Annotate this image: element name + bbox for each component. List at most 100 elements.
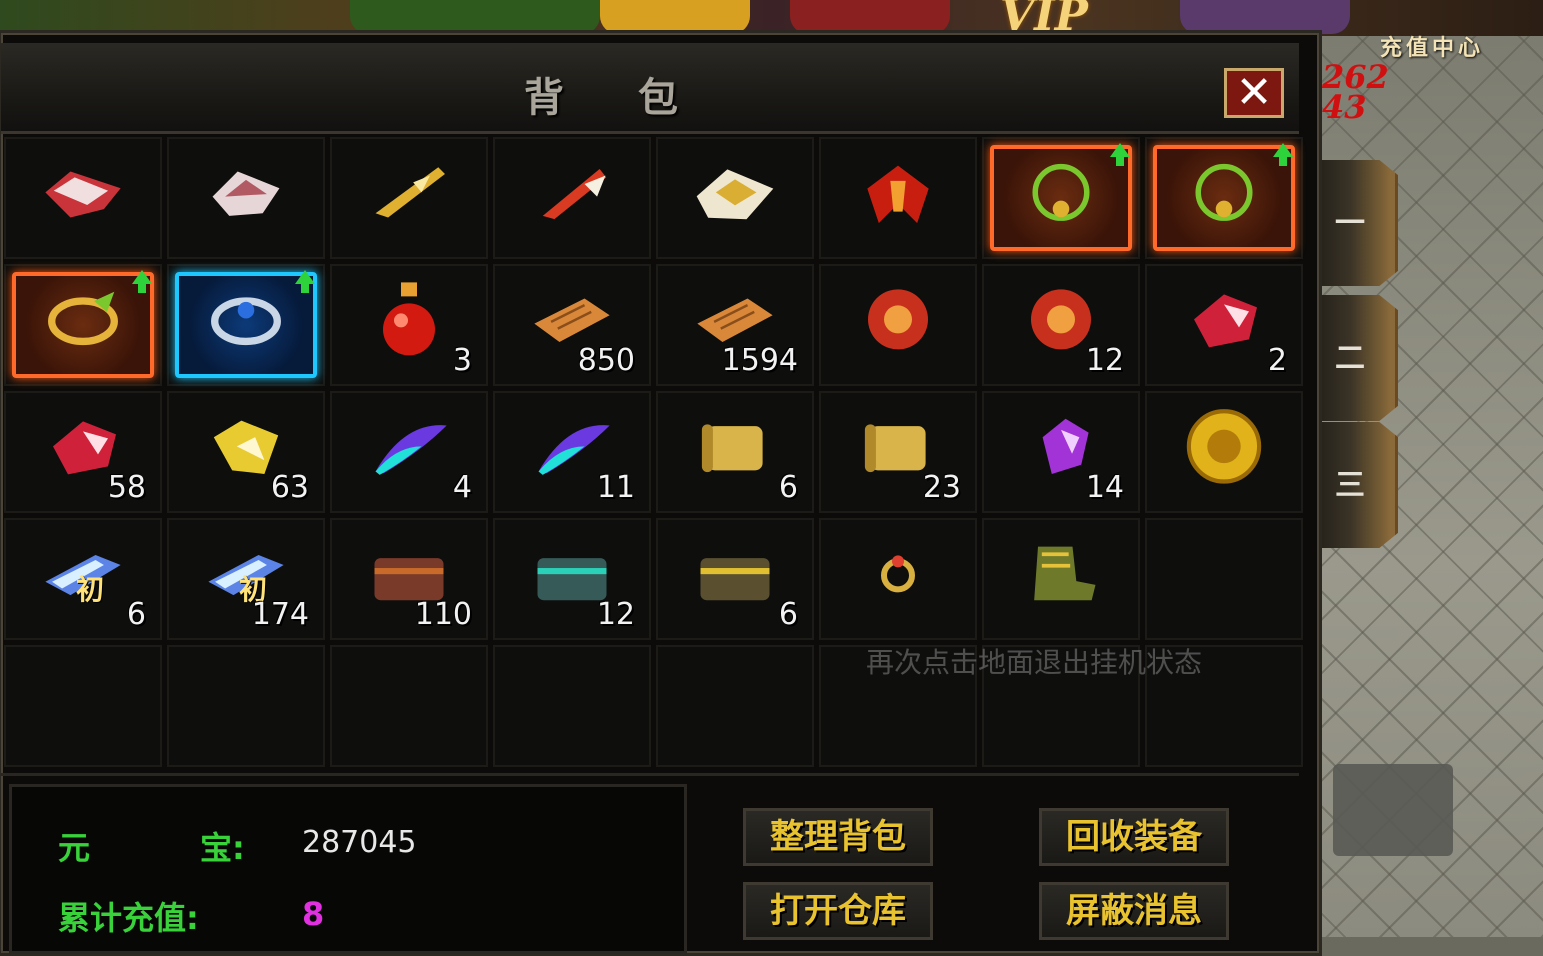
golden-blade-icon <box>363 157 455 227</box>
white-gold-armor-icon <box>689 157 781 227</box>
inventory-slot[interactable]: 110 <box>330 518 488 640</box>
item-count: 6 <box>778 470 798 505</box>
inventory-slot[interactable] <box>167 137 325 259</box>
blue-silver-bracelet-icon <box>200 284 292 354</box>
inventory-slot[interactable]: 23 <box>819 391 977 513</box>
upgrade-arrow-icon <box>132 270 152 293</box>
item-grade-mark: 初 <box>76 573 105 606</box>
close-button[interactable]: ✕ <box>1224 68 1284 118</box>
gold-scroll-icon <box>689 411 781 481</box>
yuanbao-label: 元 <box>58 829 91 867</box>
item-count: 58 <box>107 470 146 505</box>
hud-button-3[interactable] <box>1180 0 1350 34</box>
inventory-slot[interactable]: 2 <box>1145 264 1303 386</box>
inventory-slot[interactable] <box>1145 137 1303 259</box>
yuanbao-value: 287045 <box>302 825 417 860</box>
green-vine-necklace-icon <box>1178 157 1270 227</box>
block-messages-button[interactable]: 屏蔽消息 <box>1039 882 1229 940</box>
inventory-slot[interactable] <box>819 137 977 259</box>
recharge-center-button[interactable]: 充值中心 <box>1380 30 1530 64</box>
item-count: 4 <box>452 470 472 505</box>
inventory-slot[interactable]: 4 <box>330 391 488 513</box>
inventory-slot[interactable]: 11 <box>493 391 651 513</box>
inventory-slot[interactable]: 850 <box>493 264 651 386</box>
inventory-slot-empty[interactable] <box>167 645 325 767</box>
action-slot[interactable] <box>1333 764 1453 856</box>
inventory-slot-empty[interactable] <box>493 645 651 767</box>
inventory-slot[interactable] <box>819 264 977 386</box>
item-count: 1594 <box>721 343 798 378</box>
inventory-slot[interactable] <box>4 137 162 259</box>
red-orb-icon <box>852 284 944 354</box>
inventory-slot[interactable] <box>819 518 977 640</box>
inventory-slot[interactable]: 63 <box>167 391 325 513</box>
upgrade-arrow-icon <box>1110 143 1130 166</box>
side-tab-label: 一 <box>1335 206 1365 241</box>
recharge-total-label: 累计充值: <box>58 899 199 937</box>
inventory-titlebar[interactable]: 背 包 ✕ <box>1 43 1299 134</box>
inventory-slot[interactable] <box>982 518 1140 640</box>
inventory-slot[interactable]: 58 <box>4 391 162 513</box>
sort-bag-button[interactable]: 整理背包 <box>743 808 933 866</box>
inventory-slot[interactable] <box>982 137 1140 259</box>
red-gem-icon <box>1178 284 1270 354</box>
item-count: 6 <box>778 597 798 632</box>
open-warehouse-button[interactable]: 打开仓库 <box>743 882 933 940</box>
inventory-slot[interactable]: 初 174 <box>167 518 325 640</box>
currency-panel: 元 宝: 287045 累计充值: 8 <box>9 784 687 954</box>
inventory-slot-empty[interactable] <box>1145 518 1303 640</box>
inventory-slot[interactable] <box>330 137 488 259</box>
red-potion-icon <box>363 282 455 356</box>
item-count: 6 <box>126 597 146 632</box>
inventory-slot[interactable] <box>656 137 814 259</box>
inventory-slot[interactable] <box>1145 391 1303 513</box>
inventory-footer: 元 宝: 287045 累计充值: 8 整理背包 回收装备 打开仓库 屏蔽消息 <box>1 773 1299 956</box>
inventory-slot[interactable]: 1594 <box>656 264 814 386</box>
hud-decoration-left <box>350 0 600 34</box>
item-count: 850 <box>577 343 635 378</box>
red-white-armor-icon <box>37 157 129 227</box>
hud-button-1[interactable] <box>600 0 750 34</box>
inventory-slot[interactable]: 12 <box>982 264 1140 386</box>
inventory-slot[interactable]: 6 <box>656 518 814 640</box>
blue-feather-icon <box>363 411 455 481</box>
inventory-slot-empty[interactable] <box>656 645 814 767</box>
inventory-slot[interactable]: 6 <box>656 391 814 513</box>
golden-dragon-bracelet-icon <box>37 284 129 354</box>
inventory-slot[interactable]: 3 <box>330 264 488 386</box>
inventory-slot[interactable]: 初6 <box>4 518 162 640</box>
upgrade-arrow-icon <box>295 270 315 293</box>
recycle-equipment-button[interactable]: 回收装备 <box>1039 808 1229 866</box>
ring-icon <box>852 538 944 608</box>
inventory-slot[interactable] <box>4 264 162 386</box>
inventory-slot-empty[interactable] <box>4 645 162 767</box>
inventory-slot[interactable] <box>493 137 651 259</box>
item-count: 110 <box>414 597 472 632</box>
gold-chest-icon <box>689 538 781 608</box>
inventory-slot-empty[interactable] <box>330 645 488 767</box>
item-count: 14 <box>1085 470 1124 505</box>
gold-coin-icon <box>1178 409 1270 484</box>
afk-hint-text: 再次点击地面退出挂机状态 <box>866 646 1203 679</box>
item-count: 63 <box>270 470 309 505</box>
damage-numbers: 262 43 <box>1322 58 1389 126</box>
item-count: 3 <box>452 343 472 378</box>
item-count: 12 <box>1085 343 1124 378</box>
side-tab-label: 二 <box>1335 341 1365 376</box>
inventory-slot[interactable]: 14 <box>982 391 1140 513</box>
red-demon-wings-icon <box>852 157 944 227</box>
yuanbao-label-2: 宝: <box>200 829 245 867</box>
item-count: 23 <box>922 470 961 505</box>
recharge-total-value: 8 <box>302 895 325 933</box>
upgrade-arrow-icon <box>1273 143 1293 166</box>
hud-button-2[interactable] <box>790 0 950 34</box>
item-count: 174 <box>251 597 309 632</box>
red-blade-icon <box>526 157 618 227</box>
green-vine-necklace-icon <box>1015 157 1107 227</box>
white-armor-icon <box>200 157 292 227</box>
inventory-slot[interactable]: 12 <box>493 518 651 640</box>
inventory-window: 背 包 ✕ 3 850 1594 12 2 58 63 4 11 6 23 14 初 6 初 174 110 12… <box>0 30 1322 956</box>
inventory-slot[interactable] <box>167 264 325 386</box>
side-tab-label: 三 <box>1335 468 1365 503</box>
inventory-title: 背 包 <box>524 75 708 121</box>
